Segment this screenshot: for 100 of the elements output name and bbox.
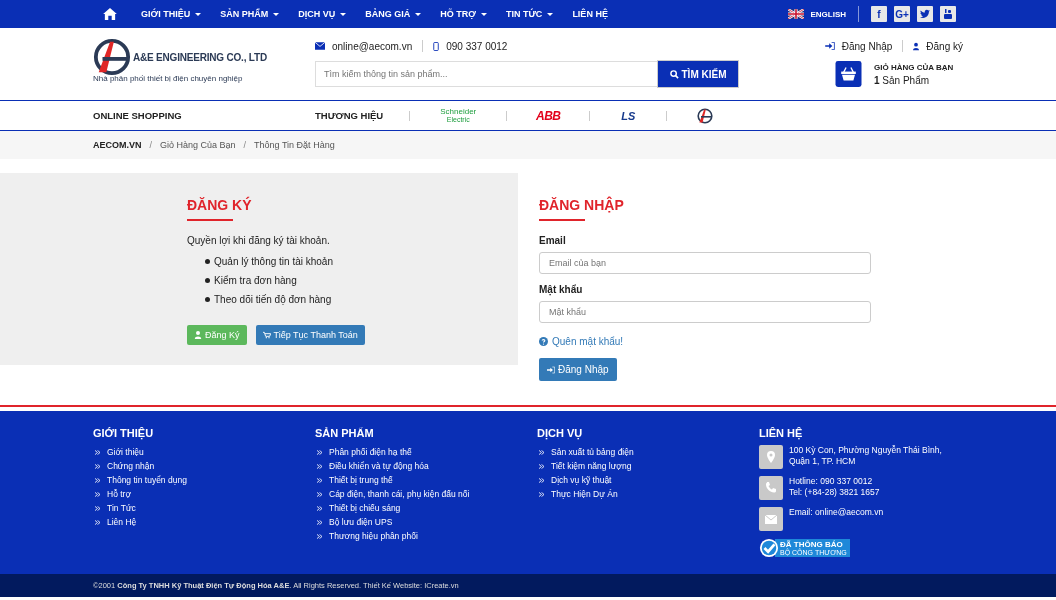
chevron-icon	[95, 505, 100, 511]
mobile-phone-icon	[433, 41, 440, 51]
chevron-icon	[539, 491, 544, 497]
breadcrumb-link[interactable]: AECOM.VN	[93, 140, 142, 150]
phone-icon	[759, 476, 783, 500]
email-field[interactable]: Email của bạn	[539, 252, 871, 274]
cart-icon	[262, 331, 271, 339]
footer-link[interactable]: Thực Hiện Dự Án	[551, 489, 618, 499]
footer-link[interactable]: Chứng nhận	[107, 461, 155, 471]
footer-link[interactable]: Thông tin tuyển dụng	[107, 475, 187, 485]
header-phone: 090 337 0012	[446, 40, 508, 52]
footer-link[interactable]: Bộ lưu điện UPS	[329, 517, 393, 527]
benefit-item: Kiểm tra đơn hàng	[214, 275, 297, 286]
benefit-item: Quản lý thông tin tài khoản	[214, 256, 333, 267]
envelope-icon	[315, 42, 325, 50]
sign-in-icon	[824, 42, 835, 50]
benefits-intro: Quyền lợi khi đăng ký tài khoản.	[187, 235, 331, 246]
chevron-icon	[539, 477, 544, 483]
search-button[interactable]: TÌM KIẾM	[658, 61, 738, 87]
chevron-icon	[95, 463, 100, 469]
twitter-bird-icon[interactable]	[917, 6, 933, 22]
chevron-icon	[95, 477, 100, 483]
footer-link[interactable]: Thương hiệu phân phối	[329, 531, 418, 541]
cart-count: 1 Sản Phẩm	[874, 74, 931, 86]
footer-heading: GIỚI THIỆU	[93, 427, 155, 439]
footer-link[interactable]: Giới thiệu	[107, 447, 144, 457]
cart-title: GIỎ HÀNG CỦA BẠN	[874, 62, 954, 72]
search-field[interactable]: Tìm kiếm thông tin sản phẩm...	[315, 61, 658, 87]
chevron-icon	[317, 463, 322, 469]
footer-heading: DỊCH VỤ	[537, 427, 584, 439]
chevron-icon	[539, 463, 544, 469]
logo-icon[interactable]	[93, 38, 131, 76]
footer-link[interactable]: Thiết bị trung thế	[329, 475, 393, 485]
basket-icon[interactable]	[833, 61, 864, 87]
nav-menu-item[interactable]: TIN TỨC	[505, 9, 554, 19]
sign-in-icon	[547, 365, 555, 374]
register-link[interactable]: Đăng ký	[913, 40, 963, 52]
footer-link[interactable]: Sản xuất tủ bảng điện	[551, 447, 634, 457]
help-icon	[539, 337, 548, 346]
footer-heading: SẢN PHẨM	[315, 427, 375, 439]
tagline: Nhà phân phối thiết bị điện chuyên nghiệp	[93, 74, 244, 83]
breadcrumb-link[interactable]: Giỏ Hàng Của Bạn	[160, 140, 236, 150]
nav-menu-item[interactable]: LIÊN HỆ	[572, 9, 608, 19]
check-icon	[759, 538, 779, 558]
chevron-icon	[95, 449, 100, 455]
brand-logo[interactable]: ABB	[533, 108, 564, 123]
footer-link[interactable]: Hỗ trợ	[107, 489, 131, 499]
email-label: Email	[539, 235, 566, 246]
chevron-icon	[317, 491, 322, 497]
home-icon[interactable]	[103, 8, 117, 20]
nav-menu-item[interactable]: HỖ TRỢ	[440, 9, 487, 19]
checkout-button[interactable]: Tiếp Tục Thanh Toán	[255, 325, 365, 345]
company-name: A&E ENGINEERING CO., LTD	[133, 51, 267, 63]
register-heading: ĐĂNG KÝ	[187, 197, 253, 213]
footer-link[interactable]: Tiết kiệm năng lượng	[551, 461, 632, 471]
breadcrumb-separator: /	[149, 140, 153, 150]
benefit-item: Theo dõi tiến độ đơn hàng	[214, 294, 332, 305]
footer-link[interactable]: Cáp điện, thanh cái, phụ kiện đấu nối	[329, 489, 470, 499]
brand-logo[interactable]: LS	[616, 109, 641, 122]
nav-menu-item[interactable]: SẢN PHẨM	[220, 9, 280, 19]
search-icon	[669, 69, 679, 79]
nav-menu-item[interactable]: BẢNG GIÁ	[365, 9, 422, 19]
chevron-icon	[317, 533, 322, 539]
user-icon	[194, 331, 202, 339]
footer-link[interactable]: Phân phối điện hạ thế	[329, 447, 412, 457]
footer-link[interactable]: Điều khiển và tự động hóa	[329, 461, 429, 471]
breadcrumb-separator: /	[243, 140, 247, 150]
footer-link[interactable]: Liên Hệ	[107, 517, 137, 527]
brands-label: THƯƠNG HIỆU	[315, 110, 384, 121]
contact-text: Email: online@aecom.vn	[789, 507, 885, 518]
language-link[interactable]: ENGLISH	[810, 9, 846, 19]
login-button[interactable]: Đăng Nhập	[539, 358, 617, 381]
footer-heading: LIÊN HỆ	[759, 427, 804, 439]
chevron-icon	[95, 491, 100, 497]
social-button[interactable]: f	[871, 6, 887, 22]
login-link[interactable]: Đăng Nhập	[824, 40, 893, 52]
chevron-icon	[317, 505, 322, 511]
contact-text: Hotline: 090 337 0012	[789, 476, 874, 487]
online-shopping-label: ONLINE SHOPPING	[93, 110, 183, 121]
nav-menu-item[interactable]: DỊCH VỤ	[298, 9, 347, 19]
envelope-icon	[759, 507, 783, 531]
nav-menu-item[interactable]: GIỚI THIỆU	[141, 9, 202, 19]
brand-logo-icon[interactable]	[697, 107, 714, 124]
forgot-password-link[interactable]: Quên mật khẩu!	[539, 336, 624, 347]
user-icon	[913, 41, 920, 51]
chevron-icon	[317, 449, 322, 455]
breadcrumb-link[interactable]: Thông Tin Đặt Hàng	[254, 140, 335, 150]
password-field[interactable]: Mật khẩu	[539, 301, 871, 323]
footer-link[interactable]: Tin Tức	[107, 503, 136, 513]
map-pin-icon	[759, 445, 783, 469]
contact-text: 100 Kỳ Con, Phường Nguyễn Thái Bình, Quận 1, TP. HCM	[789, 445, 943, 467]
uk-flag-icon[interactable]	[788, 9, 805, 19]
social-button[interactable]: G+	[894, 6, 910, 22]
chevron-icon	[539, 449, 544, 455]
footer-link[interactable]: Dịch vụ kỹ thuật	[551, 475, 612, 485]
login-heading: ĐĂNG NHẬP	[539, 197, 624, 213]
footer-link[interactable]: Thiết bị chiếu sáng	[329, 503, 401, 513]
contact-text: Tel: (+84-28) 3821 1657	[789, 487, 881, 498]
header-email: online@aecom.vn	[332, 40, 413, 52]
chevron-icon	[95, 519, 100, 525]
